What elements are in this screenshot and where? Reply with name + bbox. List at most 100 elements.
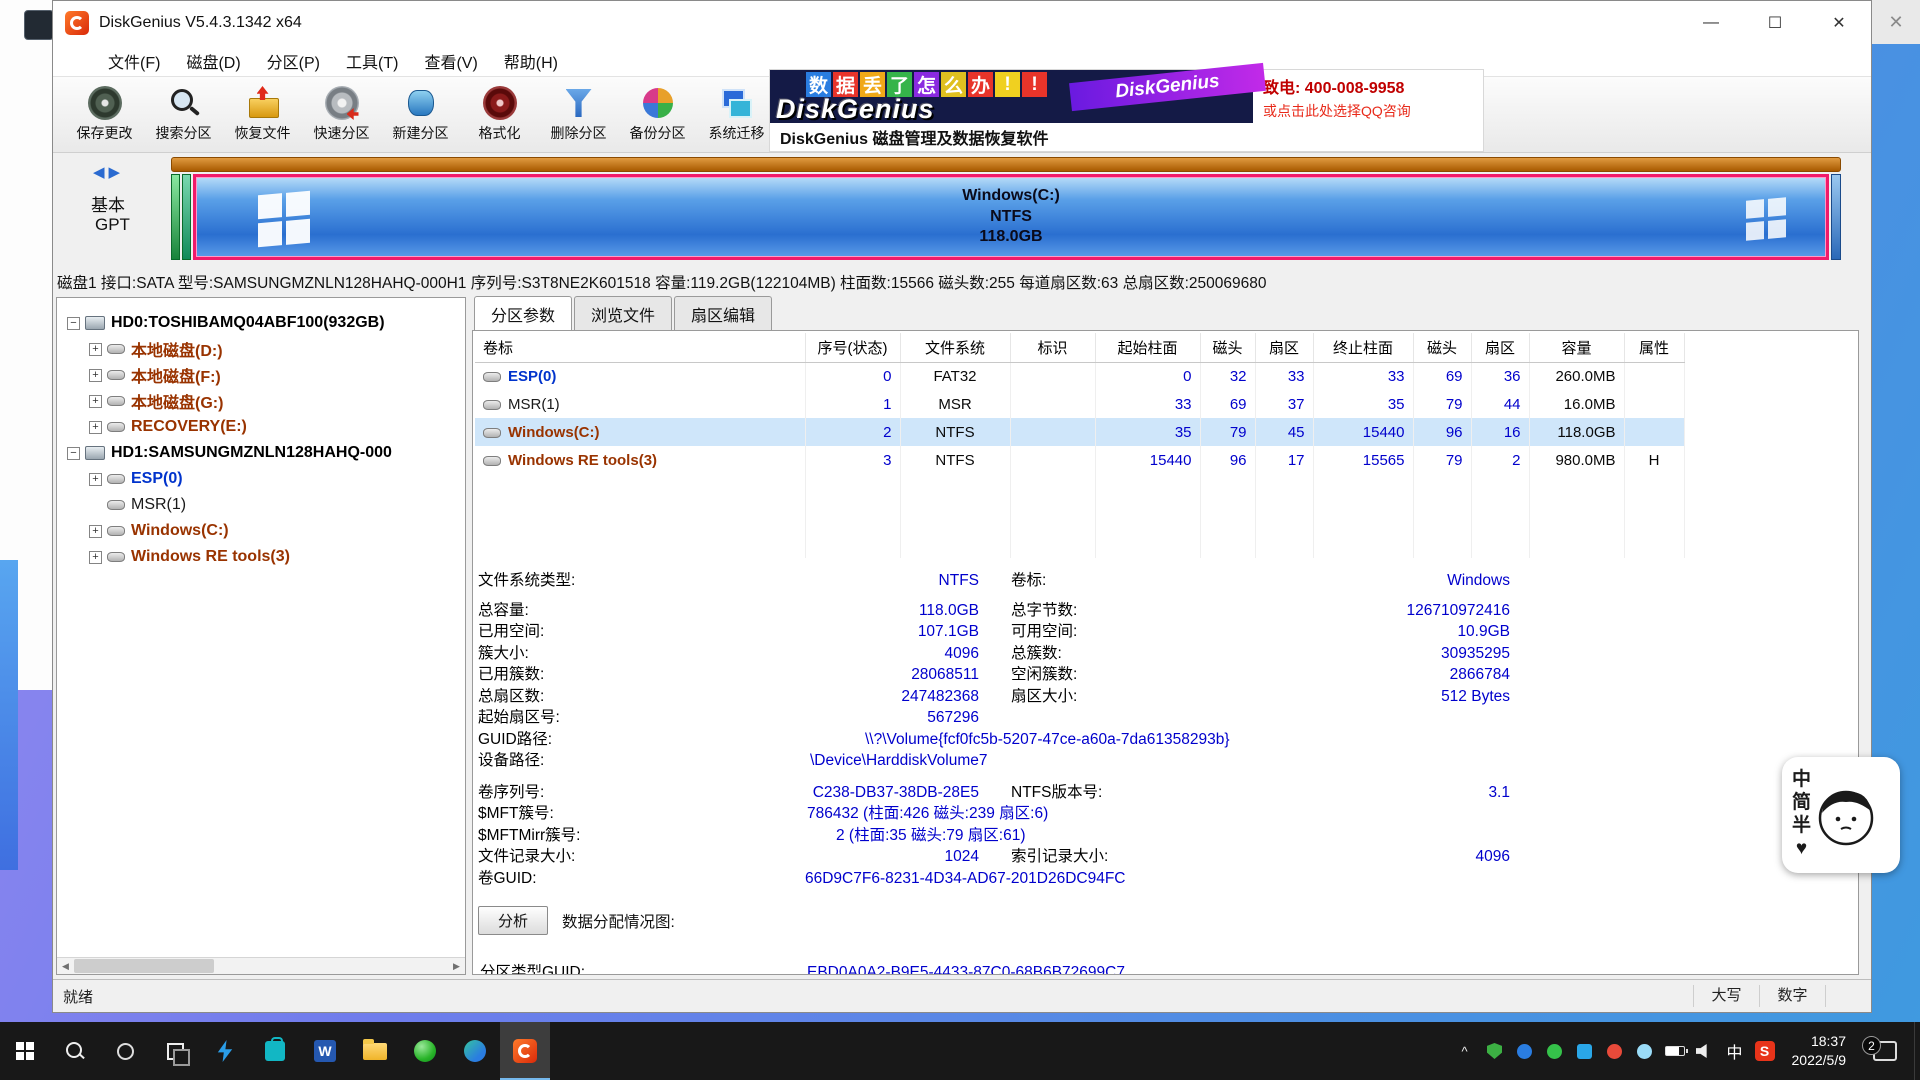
tray-app-green[interactable] xyxy=(1540,1022,1570,1080)
tray-security-app[interactable] xyxy=(1480,1022,1510,1080)
cortana-button[interactable] xyxy=(100,1022,150,1080)
col-volume[interactable]: 卷标 xyxy=(475,333,805,362)
partition-row-msr[interactable]: MSR(1) 1 MSR 33 69 37 35 79 44 16.0MB xyxy=(475,390,1684,418)
col-start-cyl[interactable]: 起始柱面 xyxy=(1095,333,1200,362)
tree-item-hd1[interactable]: − HD1:SAMSUNGMZNLN128HAHQ-000 xyxy=(57,440,465,466)
nav-back-icon[interactable]: ◀ xyxy=(93,164,109,181)
analyze-button[interactable]: 分析 xyxy=(478,906,548,935)
col-end-sector[interactable]: 扇区 xyxy=(1471,333,1529,362)
menu-view[interactable]: 查看(V) xyxy=(411,49,490,73)
quick-partition-button[interactable]: 快速分区 xyxy=(302,86,381,143)
collapse-icon[interactable]: − xyxy=(67,447,80,460)
tray-app-snowflake[interactable] xyxy=(1630,1022,1660,1080)
tray-expand-button[interactable]: ^ xyxy=(1450,1022,1480,1080)
col-flag[interactable]: 标识 xyxy=(1010,333,1095,362)
expand-icon[interactable]: + xyxy=(89,395,102,408)
esp-partition-block[interactable] xyxy=(171,174,180,260)
collapse-icon[interactable]: − xyxy=(67,317,80,330)
sogou-input-button[interactable]: S xyxy=(1750,1022,1780,1080)
format-button[interactable]: 格式化 xyxy=(460,86,539,143)
tree-item-msr[interactable]: MSR(1) xyxy=(57,492,465,518)
expand-icon[interactable]: + xyxy=(89,551,102,564)
save-changes-button[interactable]: 保存更改 xyxy=(65,86,144,143)
menu-tools[interactable]: 工具(T) xyxy=(333,49,411,73)
tree-item-windows-re[interactable]: + Windows RE tools(3) xyxy=(57,544,465,570)
delete-partition-button[interactable]: 删除分区 xyxy=(539,86,618,143)
tree-item-esp[interactable]: + ESP(0) xyxy=(57,466,465,492)
pinned-app-edge[interactable] xyxy=(450,1022,500,1080)
tree-item-hd0[interactable]: − HD0:TOSHIBAMQ04ABF100(932GB) xyxy=(57,310,465,336)
partition-row-windows-re[interactable]: Windows RE tools(3) 3 NTFS 15440 96 17 1… xyxy=(475,446,1684,474)
re-tools-partition-block[interactable] xyxy=(1831,174,1841,260)
task-view-button[interactable] xyxy=(150,1022,200,1080)
expand-icon[interactable]: + xyxy=(89,343,102,356)
close-button[interactable]: ✕ xyxy=(1807,1,1871,45)
msr-partition-block[interactable] xyxy=(182,174,191,260)
system-migration-button[interactable]: 系统迁移 xyxy=(697,86,776,143)
action-center-button[interactable]: 2 xyxy=(1856,1022,1914,1080)
detail-guid-path-row: GUID路径: \\?\Volume{fcf0fc5b-5207-47ce-a6… xyxy=(478,729,1858,751)
partition-row-windows-c-selected[interactable]: Windows(C:) 2 NTFS 35 79 45 15440 96 16 xyxy=(475,418,1684,446)
backup-partition-button[interactable]: 备份分区 xyxy=(618,86,697,143)
expand-icon[interactable]: + xyxy=(89,473,102,486)
resize-grip[interactable] xyxy=(1825,985,1871,1007)
ad-banner[interactable]: 数 据 丢 了 怎 么 办 ! ! DiskGenius xyxy=(770,70,1483,151)
ime-sticker-widget[interactable]: 中 简 半 ♥ xyxy=(1782,757,1900,873)
scrollbar-thumb[interactable] xyxy=(74,959,214,973)
tree-item-windows-c[interactable]: + Windows(C:) xyxy=(57,518,465,544)
tree-item-local-g[interactable]: + 本地磁盘(G:) xyxy=(57,388,465,414)
minimize-button[interactable]: — xyxy=(1679,1,1743,45)
tree-horizontal-scrollbar[interactable]: ◀ ▶ xyxy=(57,957,465,974)
recover-files-button[interactable]: 恢复文件 xyxy=(223,86,302,143)
search-partition-button[interactable]: 搜索分区 xyxy=(144,86,223,143)
expand-icon[interactable]: + xyxy=(89,369,102,382)
menu-help[interactable]: 帮助(H) xyxy=(491,49,571,73)
partition-row-esp[interactable]: ESP(0) 0 FAT32 0 32 33 33 69 36 260.0MB xyxy=(475,362,1684,390)
tree-item-local-f[interactable]: + 本地磁盘(F:) xyxy=(57,362,465,388)
maximize-button[interactable]: ☐ xyxy=(1743,1,1807,45)
new-partition-button[interactable]: 新建分区 xyxy=(381,86,460,143)
taskbar-clock[interactable]: 18:37 2022/5/9 xyxy=(1792,1032,1847,1070)
col-start-sector[interactable]: 扇区 xyxy=(1255,333,1313,362)
battery-indicator[interactable] xyxy=(1660,1022,1690,1080)
tray-app-blue[interactable] xyxy=(1510,1022,1540,1080)
col-filesystem[interactable]: 文件系统 xyxy=(900,333,1010,362)
tree-item-recovery-e[interactable]: + RECOVERY(E:) xyxy=(57,414,465,440)
tray-app-qq[interactable] xyxy=(1570,1022,1600,1080)
tab-partition-params[interactable]: 分区参数 xyxy=(474,296,572,331)
start-button[interactable] xyxy=(0,1022,50,1080)
col-end-head[interactable]: 磁头 xyxy=(1413,333,1471,362)
col-capacity[interactable]: 容量 xyxy=(1529,333,1624,362)
scrollbar-track[interactable] xyxy=(74,958,448,974)
tab-sector-edit[interactable]: 扇区编辑 xyxy=(674,296,772,330)
windows-c-partition-block[interactable]: Windows(C:) NTFS 118.0GB xyxy=(193,174,1829,260)
pinned-app-360-browser[interactable] xyxy=(400,1022,450,1080)
scroll-left-icon[interactable]: ◀ xyxy=(57,958,74,974)
menu-partition[interactable]: 分区(P) xyxy=(254,49,333,73)
tree-item-local-d[interactable]: + 本地磁盘(D:) xyxy=(57,336,465,362)
expand-icon[interactable]: + xyxy=(89,421,102,434)
pinned-app-store[interactable] xyxy=(250,1022,300,1080)
nav-forward-icon[interactable]: ▶ xyxy=(109,164,125,181)
col-seq[interactable]: 序号(状态) xyxy=(805,333,900,362)
col-start-head[interactable]: 磁头 xyxy=(1200,333,1255,362)
detail-label: 分区类型GUID: xyxy=(480,962,690,975)
pinned-app-lightning[interactable] xyxy=(200,1022,250,1080)
ad-qq-link[interactable]: 或点击此处选择QQ咨询 xyxy=(1263,101,1477,121)
format-label: 格式化 xyxy=(479,123,521,143)
diskgenius-taskbar-button[interactable] xyxy=(500,1022,550,1080)
show-desktop-button[interactable] xyxy=(1914,1022,1920,1080)
file-explorer-button[interactable] xyxy=(350,1022,400,1080)
menu-file[interactable]: 文件(F) xyxy=(95,49,173,73)
scroll-right-icon[interactable]: ▶ xyxy=(448,958,465,974)
tray-app-red[interactable] xyxy=(1600,1022,1630,1080)
expand-icon[interactable]: + xyxy=(89,525,102,538)
pinned-app-word[interactable]: W xyxy=(300,1022,350,1080)
col-attr[interactable]: 属性 xyxy=(1624,333,1684,362)
ime-indicator[interactable]: 中 xyxy=(1720,1022,1750,1080)
tab-browse-files[interactable]: 浏览文件 xyxy=(574,296,672,330)
taskbar-search-button[interactable] xyxy=(50,1022,100,1080)
menu-disk[interactable]: 磁盘(D) xyxy=(173,49,253,73)
volume-indicator[interactable] xyxy=(1690,1022,1720,1080)
col-end-cyl[interactable]: 终止柱面 xyxy=(1313,333,1413,362)
